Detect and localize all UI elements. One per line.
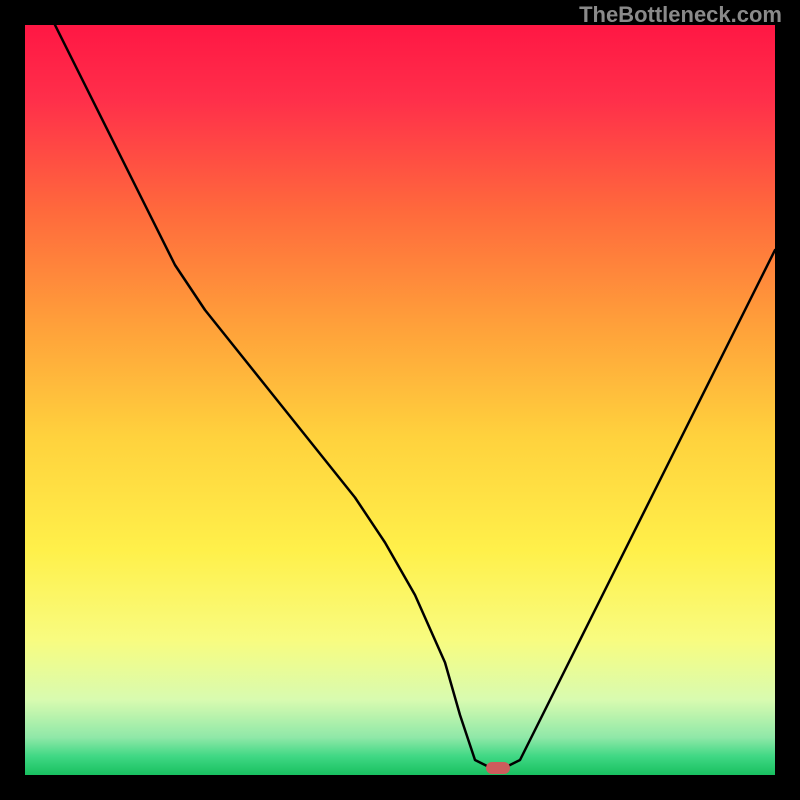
plot-area (25, 25, 775, 775)
watermark-text: TheBottleneck.com (579, 2, 782, 28)
bottleneck-curve (25, 25, 775, 775)
chart-container: TheBottleneck.com (0, 0, 800, 800)
optimal-marker (486, 762, 510, 774)
